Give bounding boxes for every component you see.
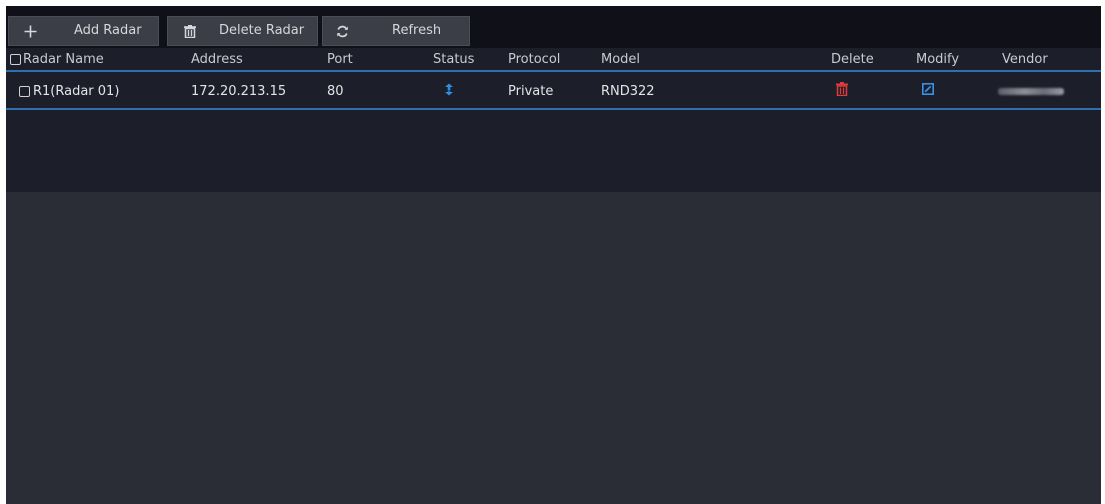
cell-vendor [998,74,1064,108]
cell-delete [836,74,848,108]
radar-table: Radar Name Address Port Status Protocol … [6,48,1101,192]
plus-icon [21,17,39,45]
cell-protocol: Private [508,83,554,99]
delete-radar-label: Delete Radar [219,23,305,38]
cell-address: 172.20.213.15 [191,83,287,99]
col-status: Status [433,51,475,67]
delete-row-icon[interactable] [836,82,848,100]
refresh-icon [333,17,351,45]
cell-status [444,74,454,108]
cell-model: RND322 [601,83,655,99]
radar-management-panel: Add Radar Delete Radar Refresh Radar Nam… [6,6,1101,504]
add-radar-button[interactable]: Add Radar [8,16,159,46]
col-modify: Modify [916,51,960,67]
col-port: Port [327,51,353,67]
refresh-label: Refresh [392,23,442,38]
table-row[interactable]: R1(Radar 01) 172.20.213.15 80 Private RN… [6,74,1101,110]
col-delete: Delete [831,51,874,67]
refresh-button[interactable]: Refresh [322,16,470,46]
col-vendor: Vendor [1002,51,1048,67]
edit-icon[interactable] [922,83,934,99]
table-header: Radar Name Address Port Status Protocol … [6,48,1101,72]
radar-name: R1(Radar 01) [33,83,120,99]
col-model: Model [601,51,641,67]
trash-icon [182,17,198,45]
cell-port: 80 [327,83,344,99]
cell-radar-name: R1(Radar 01) [19,74,119,108]
vendor-redacted [998,87,1064,95]
select-all-checkbox[interactable] [10,53,21,65]
col-protocol: Protocol [508,51,561,67]
toolbar: Add Radar Delete Radar Refresh [6,6,1101,48]
add-radar-label: Add Radar [74,23,142,38]
cell-modify [922,74,934,108]
col-address: Address [191,51,243,67]
col-radar-name: Radar Name [10,48,104,70]
row-checkbox[interactable] [19,85,30,97]
online-icon [444,83,454,100]
delete-radar-button[interactable]: Delete Radar [167,16,318,46]
col-radar-name-label: Radar Name [23,51,104,67]
